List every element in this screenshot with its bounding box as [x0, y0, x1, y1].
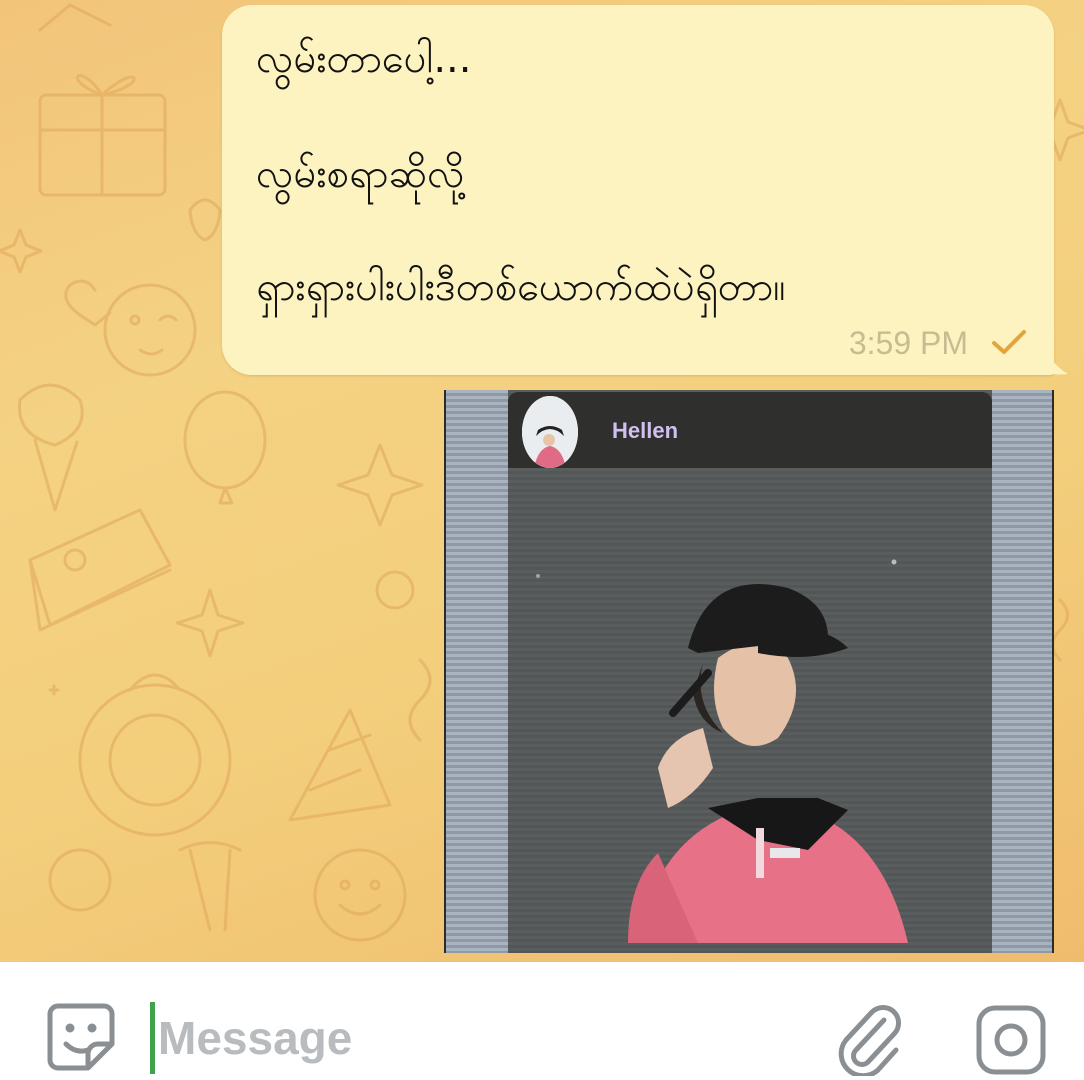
message-line-1: လွမ်းတာပေါ့...	[256, 36, 472, 82]
person-photo	[536, 559, 908, 943]
message-line-3: ရှားရှားပါးပါးဒီတစ်ယောက်ထဲပဲရှိတာ။	[256, 264, 786, 310]
single-check-icon	[992, 330, 1026, 354]
text-cursor	[150, 1002, 155, 1074]
photo-message[interactable]: Hellen	[444, 390, 1054, 953]
message-input[interactable]	[158, 1006, 798, 1070]
photo-profile-header: Hellen	[508, 392, 992, 468]
bubble-tail	[1040, 330, 1068, 375]
photo-side-stripe-left	[446, 390, 508, 953]
profile-avatar	[522, 396, 578, 468]
attach-icon[interactable]	[834, 1000, 904, 1076]
message-time: 3:59 PM	[848, 325, 968, 361]
sticker-icon[interactable]	[44, 1000, 118, 1074]
camera-icon[interactable]	[974, 1003, 1048, 1077]
message-bubble[interactable]: လွမ်းတာပေါ့... လွမ်းစရာဆိုလို့ ရှားရှားပ…	[222, 5, 1054, 375]
profile-name: Hellen	[612, 418, 679, 443]
photo-side-stripe-right	[990, 390, 1052, 953]
message-line-2: လွမ်းစရာဆိုလို့	[256, 151, 465, 197]
